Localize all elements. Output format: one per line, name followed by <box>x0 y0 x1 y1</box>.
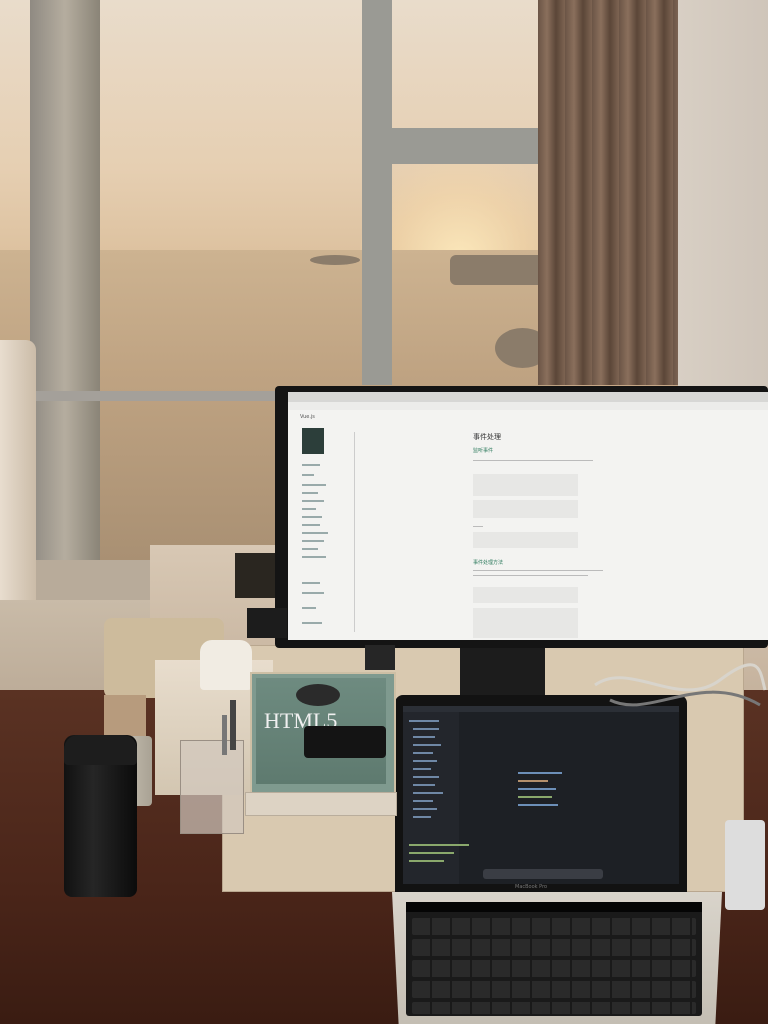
code-line <box>518 796 552 798</box>
file-tree-item <box>413 752 433 754</box>
doc-paragraph-line <box>473 526 483 527</box>
file-tree-item <box>413 736 435 738</box>
pen-holder <box>180 740 244 834</box>
terminal-line <box>409 860 444 862</box>
doc-code-block <box>473 587 578 603</box>
sidebar-item <box>302 540 324 542</box>
file-tree-item <box>413 728 439 730</box>
sidebar-item <box>302 524 320 526</box>
window-transom <box>392 128 542 164</box>
doc-code-block <box>473 532 578 548</box>
wall <box>678 0 768 400</box>
pen <box>230 700 236 750</box>
doc-code-block <box>473 474 578 496</box>
keyboard <box>406 902 702 1016</box>
left-curtain <box>0 340 36 610</box>
terminal-line <box>409 852 454 854</box>
touch-bar <box>406 902 702 912</box>
sidebar-item <box>302 548 318 550</box>
sidebar-logo <box>302 428 324 454</box>
laptop-screen <box>403 706 679 884</box>
doc-title: 事件处理 <box>473 433 501 441</box>
sidebar-item <box>302 516 322 518</box>
dock <box>483 869 603 879</box>
file-tree-item <box>413 784 435 786</box>
doc-code-block <box>473 500 578 518</box>
file-tree-item <box>413 808 437 810</box>
file-tree-item <box>413 768 431 770</box>
monitor-stand <box>460 648 545 698</box>
sidebar-item <box>302 592 324 594</box>
laptop-brand-label: MacBook Pro <box>515 884 548 890</box>
code-line <box>518 804 558 806</box>
bird-illustration <box>296 684 340 706</box>
ship-silhouette <box>450 255 545 285</box>
sidebar-divider <box>354 432 355 632</box>
sidebar-item <box>302 492 318 494</box>
island <box>310 255 360 265</box>
window-mullion <box>362 0 392 385</box>
doc-section-heading: 事件处理方法 <box>473 560 504 566</box>
curtain <box>538 0 678 385</box>
file-tree-item <box>413 816 431 818</box>
browser-address-bar <box>288 402 768 410</box>
key-row <box>412 918 696 935</box>
file-tree-item <box>409 720 439 722</box>
monitor-screen: Vue.js 事件处理 监听事件 事件处理方法 <box>288 392 768 640</box>
doc-paragraph-line <box>473 575 588 576</box>
terminal-line <box>409 844 469 846</box>
small-box <box>104 695 146 740</box>
doc-paragraph-line <box>473 460 593 461</box>
pen <box>222 715 227 755</box>
code-line <box>518 788 556 790</box>
sidebar-item <box>302 532 328 534</box>
doc-site-name: Vue.js <box>300 414 315 420</box>
file-tree-item <box>413 800 433 802</box>
key-row <box>412 939 696 956</box>
doc-code-block <box>473 608 578 638</box>
doc-paragraph-line <box>473 570 603 571</box>
sidebar-item <box>302 622 322 624</box>
file-tree-item <box>413 792 443 794</box>
key-row <box>412 960 696 977</box>
wallet <box>304 726 386 758</box>
file-tree-item <box>413 776 439 778</box>
railing <box>0 391 290 401</box>
file-tree-item <box>413 744 441 746</box>
usb-hub <box>725 820 765 910</box>
key-row <box>412 981 696 998</box>
code-line <box>518 780 548 782</box>
speaker <box>247 608 287 638</box>
doc-section-heading: 监听事件 <box>473 448 494 454</box>
code-line <box>518 772 562 774</box>
sidebar-item <box>302 607 316 609</box>
file-tree-item <box>413 760 437 762</box>
sidebar-item <box>302 464 320 466</box>
sidebar-item <box>302 556 326 558</box>
cables <box>594 663 767 707</box>
adapter <box>365 645 395 670</box>
sidebar-item <box>302 484 326 486</box>
window-pillar <box>30 0 100 575</box>
paper-stack <box>245 792 397 816</box>
sidebar-item <box>302 508 316 510</box>
browser-tab-bar <box>288 392 768 402</box>
tissue <box>200 640 252 690</box>
thermos-cap <box>64 735 137 765</box>
sidebar-item <box>302 500 324 502</box>
sidebar-item <box>302 474 314 476</box>
sidebar-item <box>302 582 320 584</box>
key-row <box>412 1002 696 1014</box>
